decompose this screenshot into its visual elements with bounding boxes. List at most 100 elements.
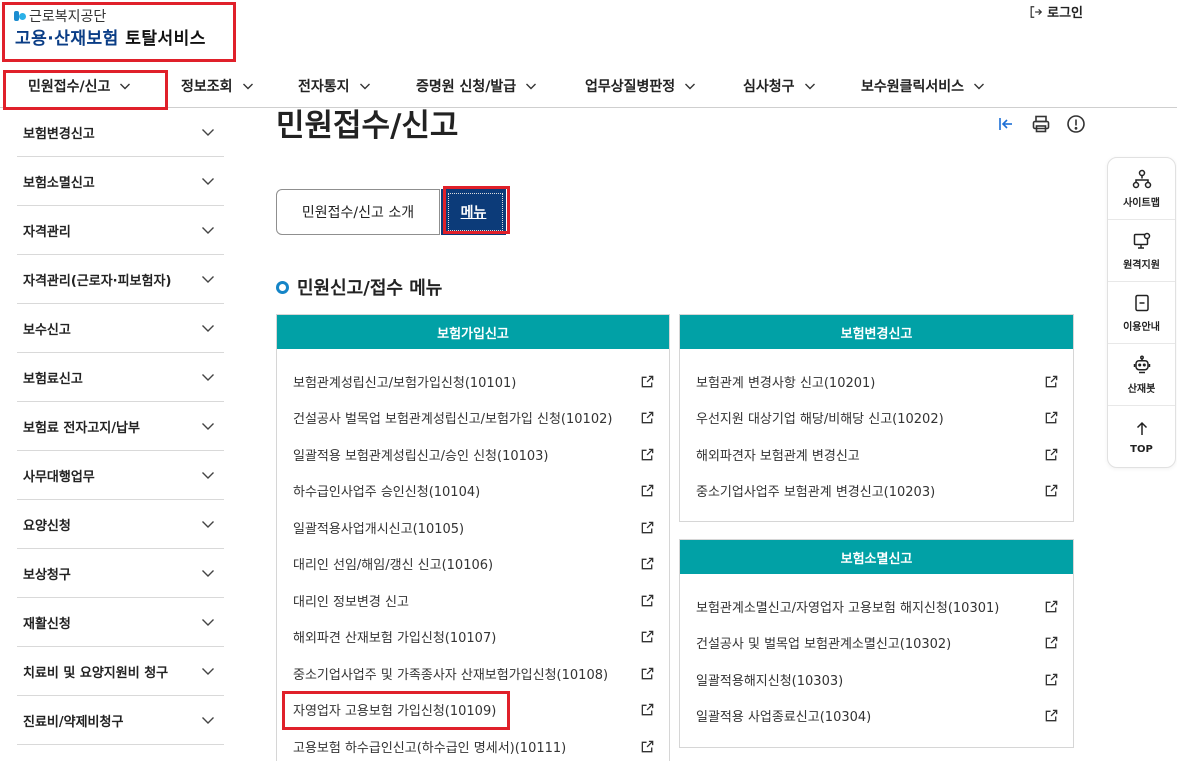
menu-link-label: 중소기업사업주 보험관계 변경신고(10203): [696, 485, 936, 501]
menu-link-label: 일괄적용해지신청(10303): [696, 673, 844, 689]
menu-link[interactable]: 일괄적용 보험관계성립신고/승인 신청(10103): [277, 436, 669, 473]
sidebar-item-label: 치료비 및 요양지원비 청구: [23, 665, 169, 681]
sidebar-item-label: 자격관리(근로자·피보험자): [23, 273, 172, 289]
menu-link[interactable]: 중소기업사업주 보험관계 변경신고(10203): [680, 473, 1073, 510]
sidebar-item-qualification[interactable]: 자격관리: [17, 206, 224, 255]
chevron-down-icon: [804, 83, 815, 90]
menu-link[interactable]: 대리인 선임/해임/갱신 신고(10106): [277, 546, 669, 583]
sidebar-item-label: 보상청구: [23, 567, 71, 583]
menu-link[interactable]: 우선지원 대상기업 해당/비해당 신고(10202): [680, 400, 1073, 437]
menu-link[interactable]: 건설공사 및 벌목업 보험관계소멸신고(10302): [680, 625, 1073, 662]
chevron-down-icon: [242, 83, 253, 90]
menu-link[interactable]: 보험관계 변경사항 신고(10201): [680, 363, 1073, 400]
chevron-down-icon: [202, 668, 214, 675]
menu-link-label: 보험관계소멸신고/자영업자 고용보험 해지신청(10301): [696, 600, 1000, 616]
sidebar-item-wage-report[interactable]: 보수신고: [17, 304, 224, 353]
page-title: 민원접수/신고: [276, 108, 459, 144]
sitemap-icon: [1132, 169, 1151, 188]
quick-item-label: 이용안내: [1123, 321, 1160, 333]
sidebar-item-premium-report[interactable]: 보험료신고: [17, 353, 224, 402]
menu-link-label: 보험관계 변경사항 신고(10201): [696, 375, 876, 391]
print-icon[interactable]: [1031, 114, 1051, 134]
nav-item-civil-filing[interactable]: 민원접수/신고: [28, 66, 132, 106]
sidebar-item-label: 보수신고: [23, 322, 71, 338]
external-link-icon: [641, 375, 654, 388]
login-link[interactable]: 로그인: [1029, 2, 1083, 21]
menu-link-label: 대리인 선임/해임/갱신 신고(10106): [293, 558, 494, 574]
menu-link[interactable]: 고용보험 하수급인신고(하수급인 명세서)(10111): [277, 728, 669, 761]
sidebar-item-agency-work[interactable]: 사무대행업무: [17, 451, 224, 500]
nav-item-label: 전자통지: [298, 79, 350, 95]
external-link-icon: [1045, 375, 1058, 388]
menu-link[interactable]: 해외파견 산재보험 가입신청(10107): [277, 619, 669, 656]
tab-intro[interactable]: 민원접수/신고 소개: [276, 189, 440, 235]
info-icon[interactable]: [1066, 114, 1086, 134]
panel-insurance-join: 보험가입신고 보험관계성립신고/보험가입신청(10101) 건설공사 벌목업 보…: [276, 314, 670, 761]
remote-support-icon: [1133, 232, 1150, 249]
collapse-sidebar-icon[interactable]: [996, 114, 1016, 134]
menu-link-label: 일괄적용 보험관계성립신고/승인 신청(10103): [293, 448, 549, 464]
sidebar-item-label: 보험소멸신고: [23, 175, 95, 191]
login-icon: [1030, 5, 1043, 18]
quick-sitemap[interactable]: 사이트맵: [1108, 158, 1175, 220]
sidebar-item-compensation-claim[interactable]: 보상청구: [17, 549, 224, 598]
sidebar-item-care-application[interactable]: 요양신청: [17, 500, 224, 549]
chevron-down-icon: [202, 521, 214, 528]
menu-link[interactable]: 건설공사 벌목업 보험관계성립신고/보험가입 신청(10102): [277, 400, 669, 437]
nav-item-info-lookup[interactable]: 정보조회: [181, 66, 255, 106]
quick-usage-guide[interactable]: 이용안내: [1108, 282, 1175, 344]
nav-item-label: 민원접수/신고: [28, 79, 111, 95]
quick-remote-support[interactable]: 원격지원: [1108, 220, 1175, 282]
sidebar-item-medical-cost-claim[interactable]: 진료비/약제비청구: [17, 696, 224, 745]
menu-link[interactable]: 일괄적용사업개시신고(10105): [277, 509, 669, 546]
external-link-icon: [641, 594, 654, 607]
nav-item-review-request[interactable]: 심사청구: [743, 66, 817, 106]
site-header: 근로복지공단 고용·산재보험 토탈서비스 로그인: [0, 0, 1177, 66]
chevron-down-icon: [359, 83, 370, 90]
panel-list: 보험관계소멸신고/자영업자 고용보험 해지신청(10301) 건설공사 및 벌목…: [680, 574, 1073, 734]
sidebar-item-treatment-support-claim[interactable]: 치료비 및 요양지원비 청구: [17, 647, 224, 696]
nav-item-label: 업무상질병판정: [585, 79, 676, 95]
menu-link-label: 해외파견자 보험관계 변경신고: [696, 448, 860, 464]
nav-item-disease-judgment[interactable]: 업무상질병판정: [585, 66, 697, 106]
sidebar-item-label: 보험료 전자고지/납부: [23, 420, 140, 436]
menu-link-label: 일괄적용 사업종료신고(10304): [696, 710, 872, 726]
nav-item-wage-one-click[interactable]: 보수원클릭서비스: [861, 66, 986, 106]
menu-link-label: 건설공사 벌목업 보험관계성립신고/보험가입 신청(10102): [293, 412, 613, 428]
menu-link-label: 고용보험 하수급인신고(하수급인 명세서)(10111): [293, 740, 567, 756]
menu-link[interactable]: 해외파견자 보험관계 변경신고: [680, 436, 1073, 473]
sidebar-item-label: 자격관리: [23, 224, 71, 240]
external-link-icon: [641, 484, 654, 497]
sidebar-item-qualification-worker[interactable]: 자격관리(근로자·피보험자): [17, 255, 224, 304]
menu-link[interactable]: 하수급인사업주 승인신청(10104): [277, 473, 669, 510]
menu-link[interactable]: 대리인 정보변경 신고: [277, 582, 669, 619]
section-title: 민원신고/접수 메뉴: [276, 274, 442, 300]
sidebar-item-rehab-application[interactable]: 재활신청: [17, 598, 224, 647]
external-link-icon: [1045, 600, 1058, 613]
external-link-icon: [1045, 636, 1058, 649]
menu-link[interactable]: 일괄적용해지신청(10303): [680, 661, 1073, 698]
guide-icon: [1134, 294, 1149, 311]
panel-title: 보험소멸신고: [680, 540, 1073, 574]
menu-link-label: 대리인 정보변경 신고: [293, 594, 409, 610]
chevron-down-icon: [202, 129, 214, 136]
menu-link-label: 하수급인사업주 승인신청(10104): [293, 485, 481, 501]
sidebar-item-label: 요양신청: [23, 518, 71, 534]
menu-link[interactable]: 보험관계성립신고/보험가입신청(10101): [277, 363, 669, 400]
sidebar-item-insurance-termination[interactable]: 보험소멸신고: [17, 157, 224, 206]
chevron-down-icon: [202, 717, 214, 724]
sidebar-item-insurance-change[interactable]: 보험변경신고: [17, 108, 224, 157]
quick-item-label: 사이트맵: [1123, 197, 1160, 209]
menu-link-self-employed-employment-insurance[interactable]: 자영업자 고용보험 가입신청(10109): [277, 692, 669, 729]
menu-link[interactable]: 중소기업사업주 및 가족종사자 산재보험가입신청(10108): [277, 655, 669, 692]
sidebar-item-premium-payment[interactable]: 보험료 전자고지/납부: [17, 402, 224, 451]
menu-link[interactable]: 보험관계소멸신고/자영업자 고용보험 해지신청(10301): [680, 588, 1073, 625]
quick-item-label: 원격지원: [1123, 259, 1160, 271]
chevron-down-icon: [202, 472, 214, 479]
tab-menu[interactable]: 메뉴: [441, 189, 506, 235]
quick-scroll-top[interactable]: TOP: [1108, 406, 1175, 468]
quick-chatbot[interactable]: 산재봇: [1108, 344, 1175, 406]
external-link-icon: [1045, 484, 1058, 497]
menu-link[interactable]: 일괄적용 사업종료신고(10304): [680, 698, 1073, 735]
login-label: 로그인: [1047, 6, 1083, 21]
